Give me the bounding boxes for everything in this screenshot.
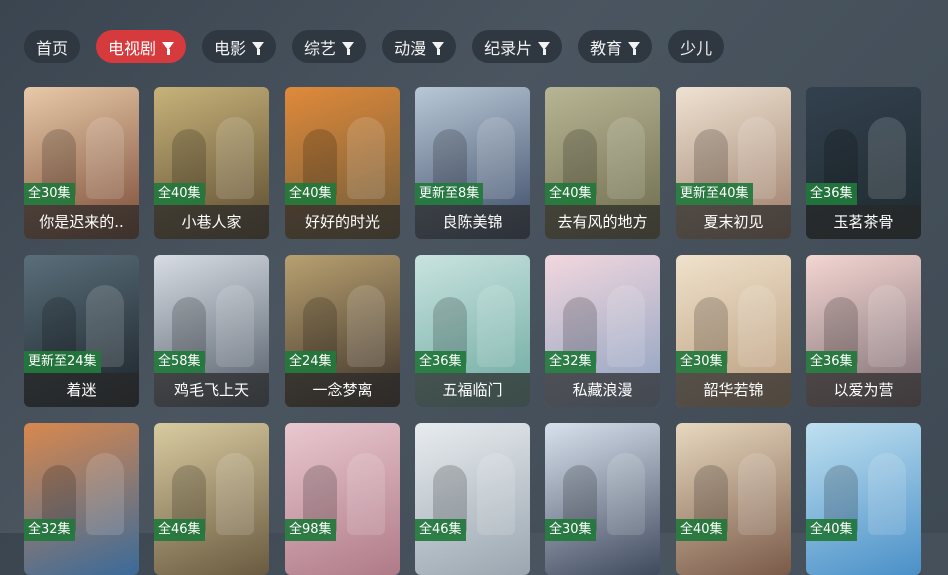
show-card[interactable]: 全40集 小巷人家 xyxy=(154,87,269,239)
category-tabs: 首页 电视剧 电影 综艺 动漫 纪录片 教育 少儿 xyxy=(24,30,740,63)
episode-badge: 更新至40集 xyxy=(676,183,753,205)
show-card[interactable]: 全46集 xyxy=(415,423,530,575)
episode-badge: 全30集 xyxy=(545,519,596,541)
show-title: 去有风的地方 xyxy=(545,205,660,239)
episode-badge: 更新至8集 xyxy=(415,183,484,205)
poster-figure xyxy=(607,453,645,535)
episode-badge: 全40集 xyxy=(154,183,205,205)
poster-figure xyxy=(607,117,645,199)
show-card[interactable]: 更新至24集 着迷 xyxy=(24,255,139,407)
show-card[interactable]: 全36集 五福临门 xyxy=(415,255,530,407)
show-card[interactable]: 全30集 你是迟来的.. xyxy=(24,87,139,239)
filter-icon xyxy=(252,41,265,55)
tab-education[interactable]: 教育 xyxy=(578,30,653,63)
tab-documentary[interactable]: 纪录片 xyxy=(472,30,563,63)
poster-figure xyxy=(347,285,385,367)
filter-icon xyxy=(342,41,355,55)
episode-badge: 全40集 xyxy=(806,519,857,541)
episode-badge: 全32集 xyxy=(24,519,75,541)
show-title: 私藏浪漫 xyxy=(545,373,660,407)
show-title: 韶华若锦 xyxy=(676,373,791,407)
poster-figure xyxy=(216,117,254,199)
poster-figure xyxy=(86,117,124,199)
show-card[interactable]: 全30集 xyxy=(545,423,660,575)
poster-figure xyxy=(738,453,776,535)
show-title: 以爱为营 xyxy=(806,373,921,407)
show-card[interactable]: 全46集 xyxy=(154,423,269,575)
episode-badge: 全30集 xyxy=(676,351,727,373)
episode-badge: 全46集 xyxy=(154,519,205,541)
show-card[interactable]: 全32集 xyxy=(24,423,139,575)
poster-figure xyxy=(607,285,645,367)
show-card[interactable]: 全40集 xyxy=(676,423,791,575)
tab-anime[interactable]: 动漫 xyxy=(382,30,457,63)
show-card[interactable]: 全40集 去有风的地方 xyxy=(545,87,660,239)
episode-badge: 更新至24集 xyxy=(24,351,101,373)
episode-badge: 全40集 xyxy=(285,183,336,205)
show-title: 好好的时光 xyxy=(285,205,400,239)
poster-figure xyxy=(738,285,776,367)
episode-badge: 全32集 xyxy=(545,351,596,373)
show-title: 鸡毛飞上天 xyxy=(154,373,269,407)
show-card[interactable]: 全24集 一念梦离 xyxy=(285,255,400,407)
tab-label: 电影 xyxy=(214,38,247,58)
tab-label: 纪录片 xyxy=(484,38,533,58)
episode-badge: 全98集 xyxy=(285,519,336,541)
tab-home[interactable]: 首页 xyxy=(24,30,81,63)
tab-label: 首页 xyxy=(36,38,69,58)
show-card[interactable]: 全98集 xyxy=(285,423,400,575)
show-card[interactable]: 全58集 鸡毛飞上天 xyxy=(154,255,269,407)
tab-movies[interactable]: 电影 xyxy=(202,30,277,63)
show-card[interactable]: 全32集 私藏浪漫 xyxy=(545,255,660,407)
tab-label: 动漫 xyxy=(394,38,427,58)
poster-figure xyxy=(477,285,515,367)
show-card[interactable]: 全36集 以爱为营 xyxy=(806,255,921,407)
episode-badge: 全40集 xyxy=(545,183,596,205)
episode-badge: 全36集 xyxy=(806,183,857,205)
poster-figure xyxy=(216,453,254,535)
filter-icon xyxy=(538,41,551,55)
tab-label: 综艺 xyxy=(304,38,337,58)
show-title: 着迷 xyxy=(24,373,139,407)
poster-figure xyxy=(868,453,906,535)
show-card[interactable]: 更新至8集 良陈美锦 xyxy=(415,87,530,239)
episode-badge: 全24集 xyxy=(285,351,336,373)
poster-figure xyxy=(347,453,385,535)
poster-figure xyxy=(86,453,124,535)
show-card[interactable]: 全30集 韶华若锦 xyxy=(676,255,791,407)
show-title: 夏末初见 xyxy=(676,205,791,239)
show-title: 你是迟来的.. xyxy=(24,205,139,239)
tab-variety[interactable]: 综艺 xyxy=(292,30,367,63)
show-card[interactable]: 全36集 玉茗茶骨 xyxy=(806,87,921,239)
episode-badge: 全36集 xyxy=(415,351,466,373)
episode-badge: 全58集 xyxy=(154,351,205,373)
show-title: 一念梦离 xyxy=(285,373,400,407)
show-card[interactable]: 全40集 好好的时光 xyxy=(285,87,400,239)
poster-figure xyxy=(868,117,906,199)
episode-badge: 全40集 xyxy=(676,519,727,541)
tab-label: 少儿 xyxy=(680,38,713,58)
filter-icon xyxy=(162,41,175,55)
tab-kids[interactable]: 少儿 xyxy=(668,30,725,63)
filter-icon xyxy=(432,41,445,55)
show-title: 小巷人家 xyxy=(154,205,269,239)
poster-figure xyxy=(216,285,254,367)
tab-label: 电视剧 xyxy=(108,38,157,58)
episode-badge: 全36集 xyxy=(806,351,857,373)
filter-icon xyxy=(628,41,641,55)
show-card[interactable]: 更新至40集 夏末初见 xyxy=(676,87,791,239)
tab-tv-series[interactable]: 电视剧 xyxy=(96,30,187,63)
episode-badge: 全46集 xyxy=(415,519,466,541)
poster-figure xyxy=(477,453,515,535)
tab-label: 教育 xyxy=(590,38,623,58)
show-title: 五福临门 xyxy=(415,373,530,407)
episode-badge: 全30集 xyxy=(24,183,75,205)
poster-figure xyxy=(868,285,906,367)
show-card[interactable]: 全40集 xyxy=(806,423,921,575)
poster-figure xyxy=(347,117,385,199)
show-title: 良陈美锦 xyxy=(415,205,530,239)
show-title: 玉茗茶骨 xyxy=(806,205,921,239)
